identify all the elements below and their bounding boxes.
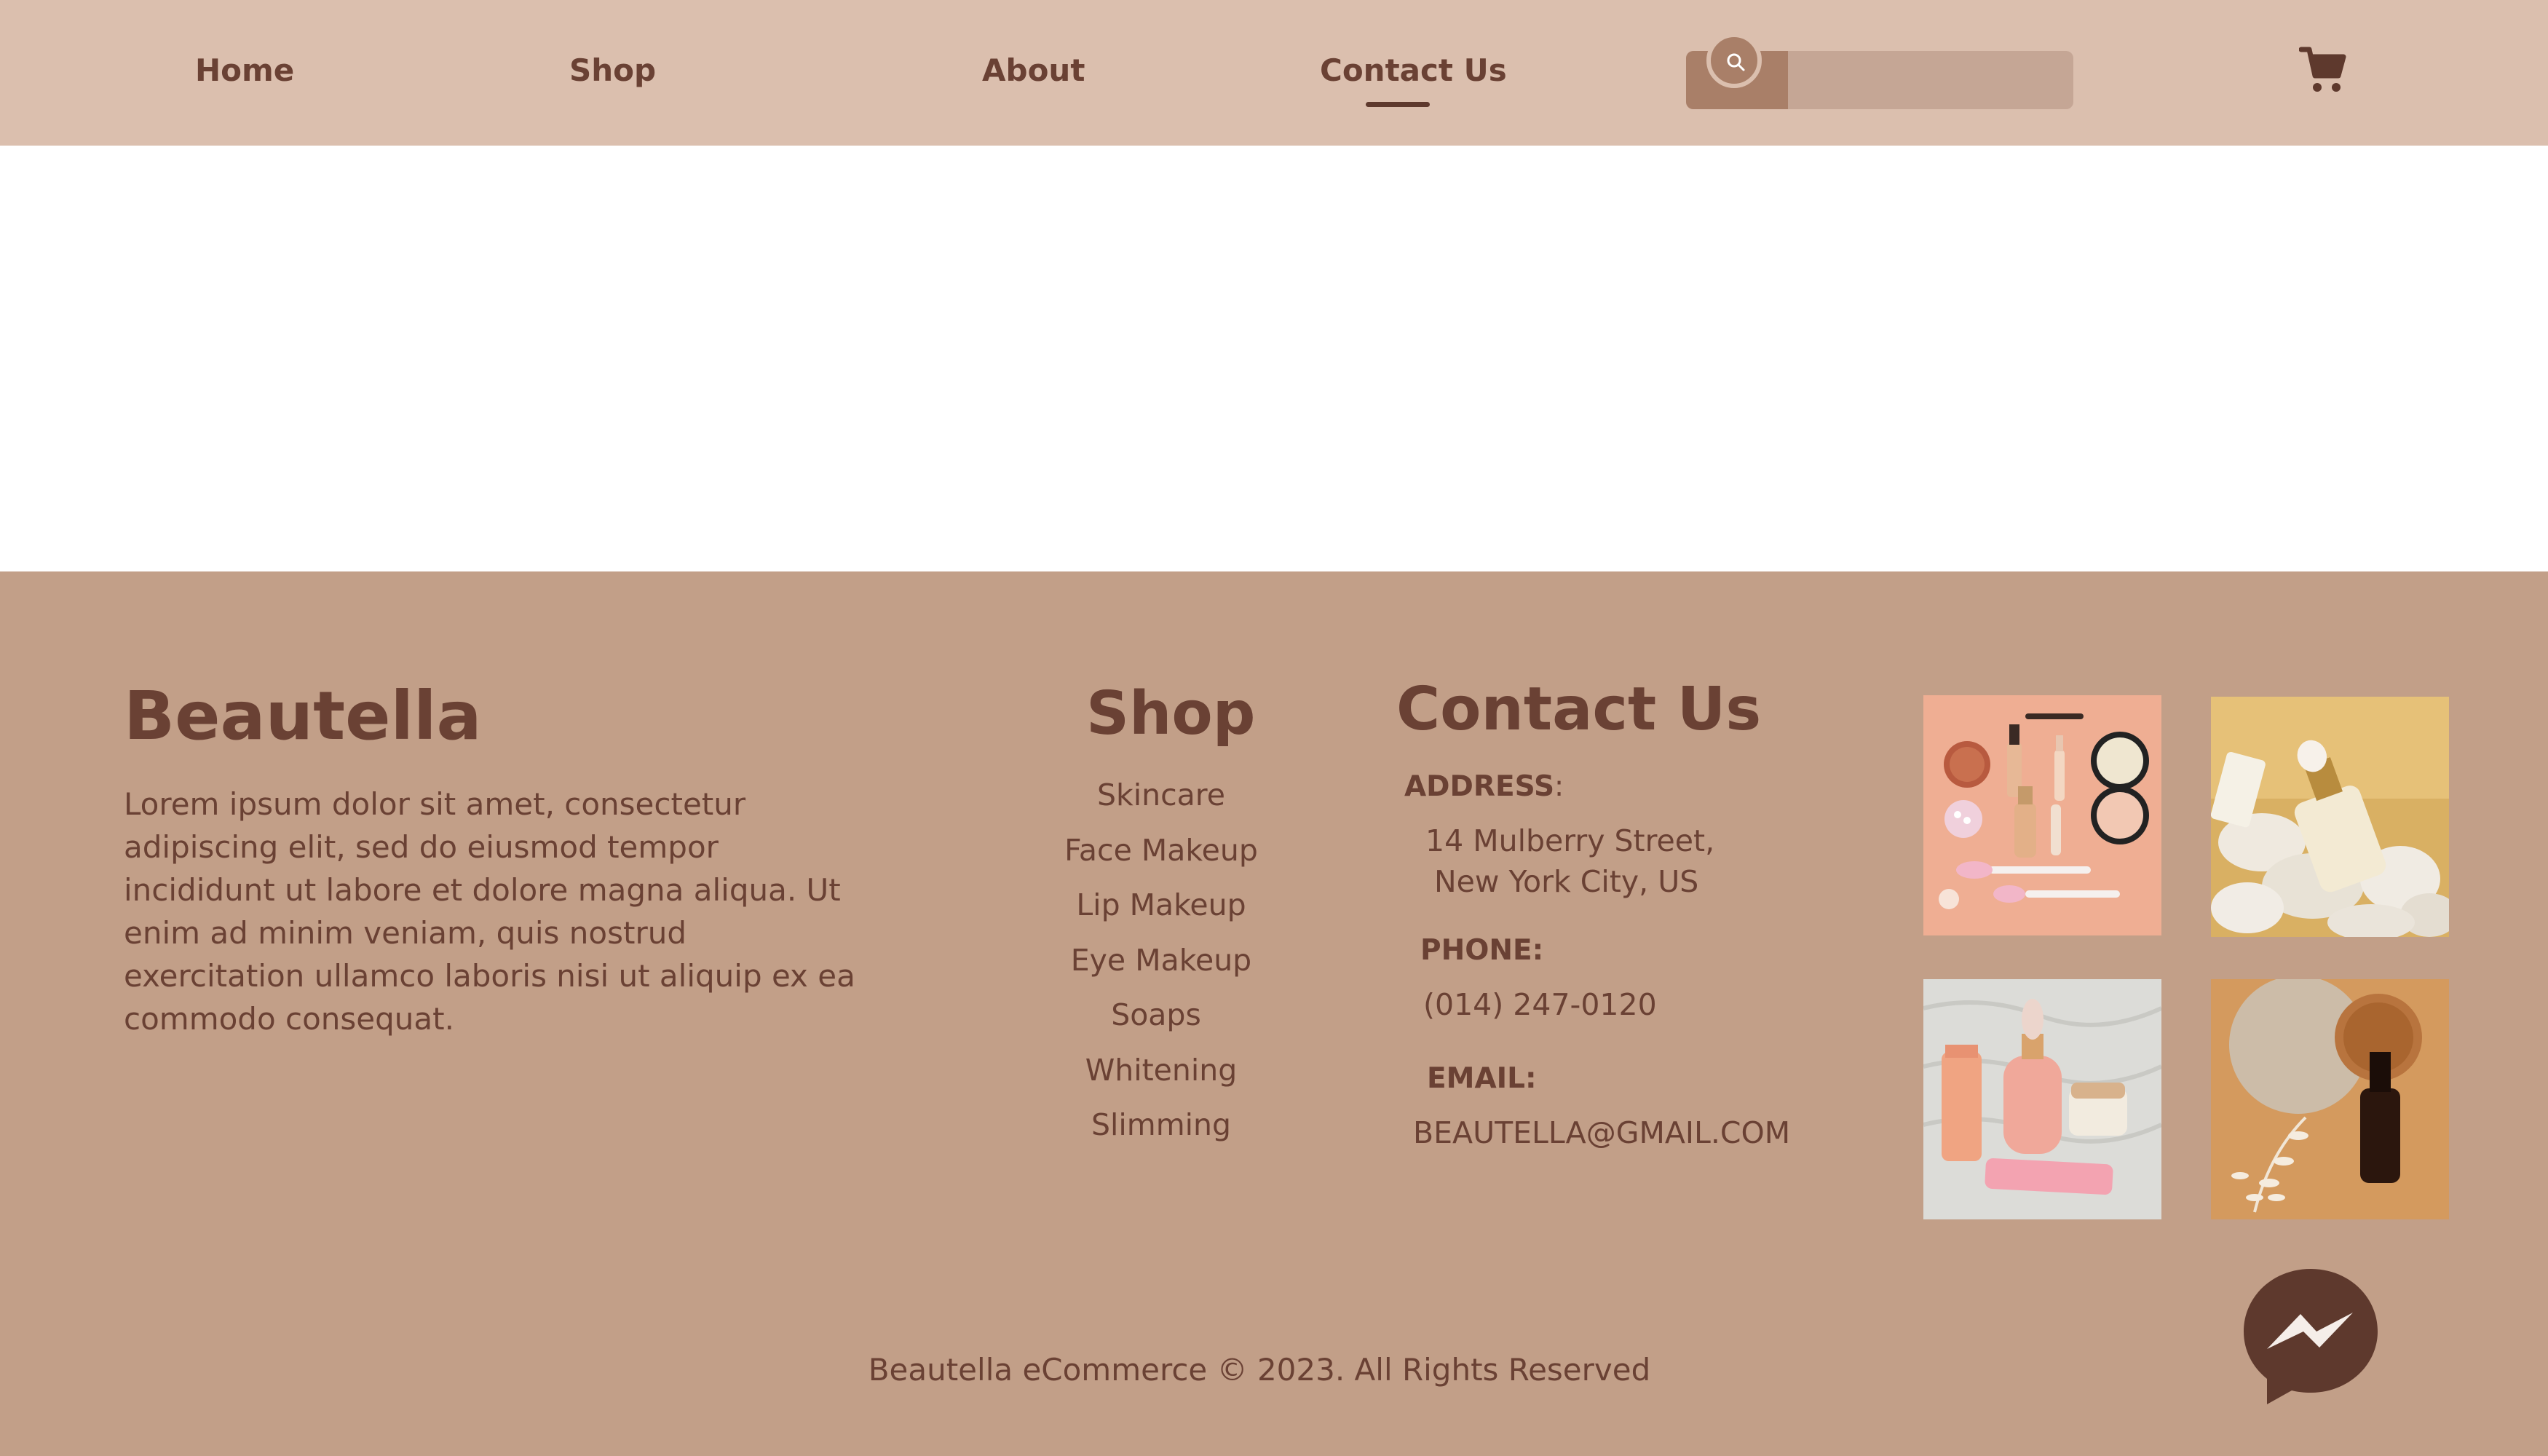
messenger-icon[interactable]: [2238, 1263, 2383, 1409]
phone-value[interactable]: (014) 247-0120: [1423, 987, 1657, 1022]
footer-shop-links: Skincare Face Makeup Lip Makeup Eye Make…: [1016, 768, 1307, 1153]
copyright-text: Beautella eCommerce © 2023. All Rights R…: [868, 1352, 1651, 1388]
footer-link-slimming[interactable]: Slimming: [1016, 1098, 1307, 1153]
nav-home-link[interactable]: Home: [195, 52, 294, 88]
phone-label: PHONE:: [1420, 934, 1544, 967]
footer-link-whitening[interactable]: Whitening: [1016, 1043, 1307, 1099]
footer-link-eye-makeup[interactable]: Eye Makeup: [1016, 933, 1307, 989]
footer-brand: Beautella: [124, 677, 482, 755]
gallery-image-makeup-flatlay[interactable]: [1923, 695, 2161, 935]
nav-about-link[interactable]: About: [982, 52, 1085, 88]
footer-link-skincare[interactable]: Skincare: [1016, 768, 1307, 823]
search-icon: [1727, 53, 1745, 71]
active-nav-indicator: [1366, 102, 1430, 107]
email-label: EMAIL:: [1427, 1062, 1537, 1095]
nav-shop-link[interactable]: Shop: [569, 52, 656, 88]
footer-link-face-makeup[interactable]: Face Makeup: [1016, 823, 1307, 879]
footer-link-soaps[interactable]: Soaps: [1005, 988, 1307, 1043]
address-line-2: New York City, US: [1434, 864, 1699, 899]
gallery-image-dropper-bottle[interactable]: [2211, 979, 2449, 1219]
search-button[interactable]: [1706, 33, 1762, 88]
footer-contact-title: Contact Us: [1396, 675, 1762, 744]
gallery-image-skincare-set[interactable]: [1923, 979, 2161, 1219]
top-navbar: Home Shop About Contact Us: [0, 0, 2548, 146]
gallery-image-serum-rocks[interactable]: [2211, 697, 2449, 937]
footer-shop-title: Shop: [1086, 679, 1256, 748]
footer-link-lip-makeup[interactable]: Lip Makeup: [1016, 878, 1307, 933]
address-line-1: 14 Mulberry Street,: [1425, 823, 1715, 858]
nav-contact-link[interactable]: Contact Us: [1320, 52, 1507, 88]
cart-icon[interactable]: [2299, 45, 2347, 95]
footer-about-text: Lorem ipsum dolor sit amet, consectetur …: [124, 786, 855, 1037]
email-value[interactable]: BEAUTELLA@GMAIL.COM: [1413, 1115, 1790, 1150]
site-footer: Beautella Lorem ipsum dolor sit amet, co…: [0, 571, 2548, 1456]
address-label: ADDRESS:: [1404, 770, 1564, 803]
main-content: [0, 146, 2548, 571]
